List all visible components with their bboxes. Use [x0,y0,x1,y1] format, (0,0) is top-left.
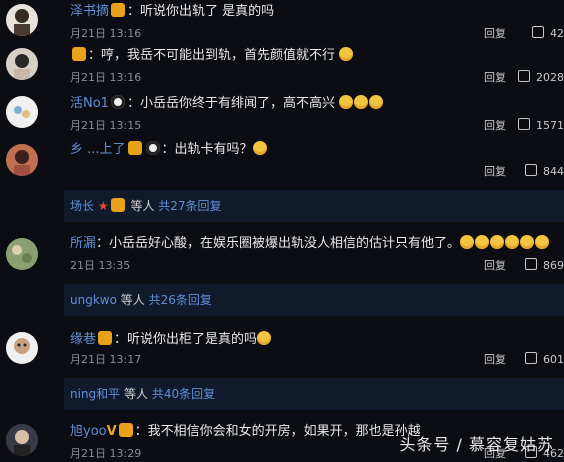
reply-button[interactable]: 回复 [484,118,506,134]
like-count: 869 [543,259,564,272]
username-link[interactable]: 乡 ...上了 [70,142,126,157]
comment-meta: 月21日 13:17 回复 601 [70,352,564,368]
comment-text: 所漏：小岳岳好心酸，在娱乐圈被爆出轨没人相信的估计只有他了。 [70,234,556,254]
emoji-icon [339,47,354,61]
timestamp: 月21日 13:15 [70,119,142,132]
emoji-icon [490,235,505,249]
avatar[interactable] [6,96,38,128]
fan-badge-icon [118,423,133,437]
verified-v-icon: V [106,424,117,439]
reply-button[interactable]: 回复 [484,352,506,368]
fan-badge-icon [98,331,113,345]
star-icon: ★ [97,199,109,213]
comment-meta: 21日 13:35 回复 869 [70,258,564,274]
emoji-icon [257,331,272,345]
watermark: 头条号 / 慕容复姑苏 [399,435,554,454]
comment-text: ：哼，我岳不可能出到轨，首先颜值就不行 [70,46,556,66]
comment-body: ：小岳岳好心酸，在娱乐圈被爆出轨没人相信的估计只有他了。 [96,236,461,251]
comment-text: 缘巷 ：听说你出柜了是真的吗 [70,330,556,350]
like-button[interactable]: 601 [525,352,564,368]
emoji-icon [535,235,550,249]
like-count: 2028 [536,71,564,84]
timestamp: 月21日 13:17 [70,353,142,366]
fan-badge-icon [127,141,142,155]
like-count: 601 [543,353,564,366]
like-count: 42 [550,27,564,40]
comment-meta: 月21日 13:16 回复 42 [70,26,564,42]
sub-reply-text: 等人 [120,293,145,307]
timestamp: 21日 13:35 [70,259,131,272]
like-button[interactable]: 42 [532,26,564,42]
laughing-emoji-icon [369,95,384,109]
sub-reply-summary[interactable]: ungkwo 等人 共26条回复 [64,284,564,316]
fan-badge-icon [72,47,86,61]
comment-body: ：哼，我岳不可能出到轨，首先颜值就不行 [88,48,336,63]
avatar[interactable] [6,332,38,364]
like-button[interactable]: 1571 [518,118,564,134]
like-button[interactable]: 869 [525,258,564,274]
view-replies-link[interactable]: 共27条回复 [158,199,221,213]
username-link[interactable]: 旭yoo [70,424,107,439]
username-link[interactable]: 所漏 [70,236,96,251]
like-count: 844 [543,165,564,178]
sub-reply-text: 等人 [130,199,155,213]
timestamp: 月21日 13:16 [70,71,142,84]
username-link[interactable]: 泽书摘 [70,4,109,19]
comment-body: ：我不相信你会和女的开房，如果开，那也是孙越 [134,424,421,439]
fan-badge-icon [111,3,126,17]
sub-reply-summary[interactable]: ning和平 等人 共40条回复 [64,378,564,410]
comment-meta: 回复 844 [70,164,564,180]
comment-body: ：听说你出柜了是真的吗 [114,332,258,347]
thumbs-up-icon [525,352,537,364]
fan-badge-icon [110,198,125,212]
panda-badge-icon [110,95,125,109]
emoji-icon [505,235,520,249]
thumbs-up-icon [518,70,530,82]
comment-text: 乡 ...上了 ：出轨卡有吗？ [70,140,556,160]
reply-button[interactable]: 回复 [484,164,506,180]
comment-text: 活No1 ：小岳岳你终于有绯闻了，高不高兴 [70,94,556,114]
reply-button[interactable]: 回复 [484,258,506,274]
avatar[interactable] [6,144,38,176]
laughing-emoji-icon [475,235,490,249]
emoji-icon [520,235,535,249]
laughing-emoji-icon [339,95,354,109]
comment-body: ：出轨卡有吗？ [161,142,253,157]
comment-meta: 月21日 13:15 回复 1571 [70,118,564,134]
reply-button[interactable]: 回复 [484,26,506,42]
username-link[interactable]: 缘巷 [70,332,96,347]
view-replies-link[interactable]: 共26条回复 [149,293,212,307]
username-link[interactable]: 活No1 [70,96,109,111]
sub-reply-text: 等人 [124,387,149,401]
emoji-icon [252,141,267,155]
timestamp: 月21日 13:16 [70,27,142,40]
panda-badge-icon [145,141,160,155]
avatar[interactable] [6,238,38,270]
avatar[interactable] [6,424,38,456]
avatar[interactable] [6,48,38,80]
comment-meta: 月21日 13:16 回复 2028 [70,70,564,86]
comment-text: 泽书摘 ：听说你出轨了 是真的吗 [70,2,556,22]
thumbs-up-icon [525,164,537,176]
sub-reply-user[interactable]: ning和平 [70,387,120,401]
view-replies-link[interactable]: 共40条回复 [152,387,215,401]
laughing-emoji-icon [460,235,475,249]
sub-reply-summary[interactable]: 场长 ★ 等人 共27条回复 [64,190,564,222]
thumbs-up-icon [532,26,544,38]
timestamp: 月21日 13:29 [70,447,142,460]
thumbs-up-icon [518,118,530,130]
laughing-emoji-icon [354,95,369,109]
sub-reply-user[interactable]: ungkwo [70,293,117,307]
avatar[interactable] [6,4,38,36]
sub-reply-user[interactable]: 场长 [70,199,94,213]
thumbs-up-icon [525,258,537,270]
like-button[interactable]: 844 [525,164,564,180]
like-count: 1571 [536,119,564,132]
reply-button[interactable]: 回复 [484,70,506,86]
like-button[interactable]: 2028 [518,70,564,86]
comment-body: ：听说你出轨了 是真的吗 [127,4,275,19]
comment-body: ：小岳岳你终于有绯闻了，高不高兴 [126,96,335,111]
